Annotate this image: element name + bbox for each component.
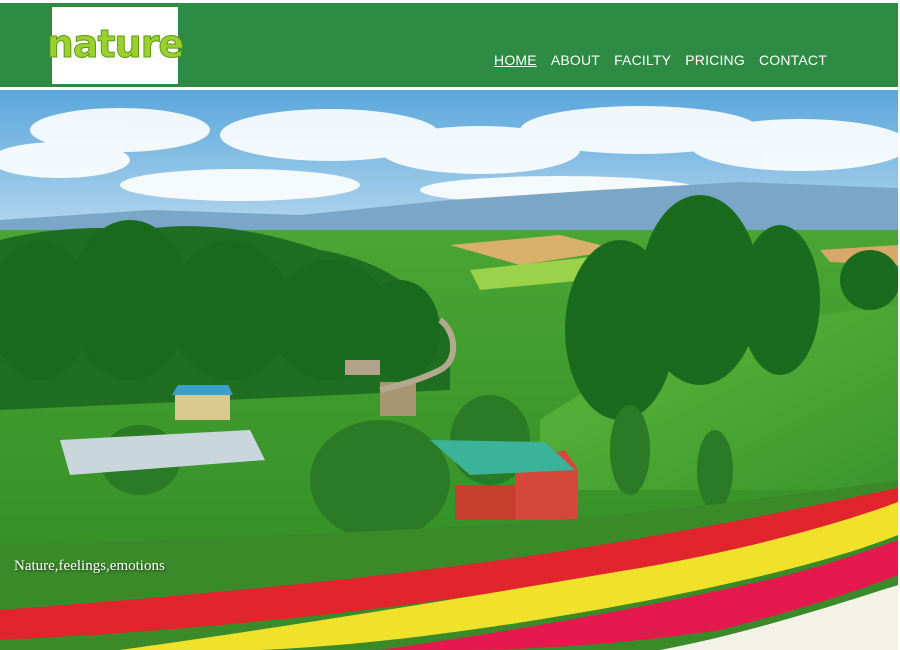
hero-tagline: Nature,feelings,emotions xyxy=(14,558,165,574)
nav-home[interactable]: HOME xyxy=(494,52,537,68)
logo[interactable]: nature xyxy=(46,7,185,84)
nav-facility[interactable]: FACILTY xyxy=(614,52,671,68)
site-header: nature HOME ABOUT FACILTY PRICING CONTAC… xyxy=(0,3,898,87)
nav-pricing[interactable]: PRICING xyxy=(685,52,745,68)
nav-contact[interactable]: CONTACT xyxy=(759,52,827,68)
main-nav: HOME ABOUT FACILTY PRICING CONTACT xyxy=(494,52,827,68)
nav-about[interactable]: ABOUT xyxy=(551,52,600,68)
logo-text: nature xyxy=(46,21,184,66)
hero-banner: Nature,feelings,emotions xyxy=(0,90,898,650)
